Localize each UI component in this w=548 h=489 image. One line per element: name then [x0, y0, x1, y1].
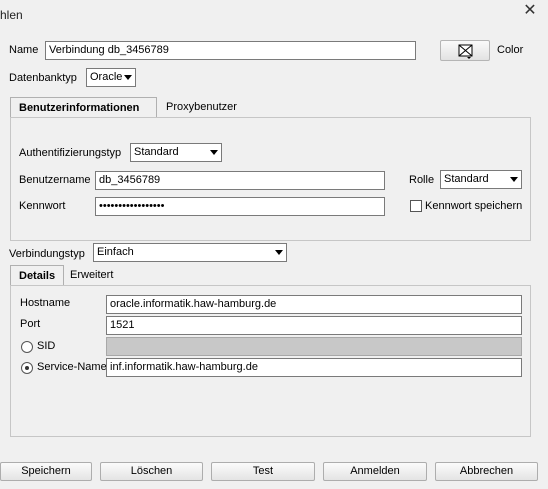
color-label: Color [497, 44, 524, 56]
port-input[interactable]: 1521 [106, 316, 522, 335]
sid-label: SID [37, 340, 56, 352]
db-type-value: Oracle [90, 71, 123, 83]
hostname-input[interactable]: oracle.informatik.haw-hamburg.de [106, 295, 522, 314]
save-button[interactable]: Speichern [0, 462, 92, 481]
save-password-label: Kennwort speichern [425, 200, 523, 212]
db-type-select[interactable]: Oracle [86, 68, 136, 87]
test-button[interactable]: Test [211, 462, 315, 481]
sid-input [106, 337, 522, 356]
password-input[interactable]: ••••••••••••••••• [95, 197, 385, 216]
db-type-label: Datenbanktyp [9, 72, 77, 84]
conn-type-label: Verbindungstyp [9, 248, 85, 260]
cancel-button[interactable]: Abbrechen [435, 462, 538, 481]
port-label: Port [20, 318, 41, 330]
service-name-radio[interactable] [21, 362, 33, 374]
name-input[interactable]: Verbindung db_3456789 [45, 41, 416, 60]
chevron-down-icon [124, 75, 132, 80]
tab-details-label: Details [19, 270, 56, 282]
role-select[interactable]: Standard [440, 170, 522, 189]
auth-type-label: Authentifizierungstyp [19, 147, 122, 159]
tab-erweitert[interactable]: Erweitert [65, 265, 125, 286]
color-picker-icon [458, 44, 473, 59]
chevron-down-icon [510, 177, 518, 182]
password-label: Kennwort [19, 200, 66, 212]
tab-details[interactable]: Details [10, 265, 64, 286]
conn-type-value: Einfach [97, 246, 134, 258]
delete-button[interactable]: Löschen [100, 462, 203, 481]
close-icon[interactable]: ✕ [522, 3, 538, 19]
tab-proxybenutzer-label: Proxybenutzer [166, 101, 237, 113]
username-label: Benutzername [19, 174, 91, 186]
auth-type-value: Standard [134, 146, 179, 158]
name-label: Name [9, 44, 39, 56]
sid-radio[interactable] [21, 341, 33, 353]
role-label: Rolle [409, 174, 435, 186]
username-input[interactable]: db_3456789 [95, 171, 385, 190]
conn-type-select[interactable]: Einfach [93, 243, 287, 262]
service-name-label: Service-Name [37, 361, 107, 373]
login-button[interactable]: Anmelden [323, 462, 427, 481]
tab-proxybenutzer[interactable]: Proxybenutzer [159, 97, 244, 118]
tab-benutzerinformationen-label: Benutzerinformationen [19, 102, 140, 114]
tab-erweitert-label: Erweitert [70, 269, 114, 281]
auth-type-select[interactable]: Standard [130, 143, 222, 162]
window-title: hlen [0, 8, 23, 22]
save-password-checkbox[interactable] [410, 200, 422, 212]
hostname-label: Hostname [20, 297, 71, 309]
service-name-input[interactable]: inf.informatik.haw-hamburg.de [106, 358, 522, 377]
chevron-down-icon [275, 250, 283, 255]
tab-benutzerinformationen[interactable]: Benutzerinformationen [10, 97, 157, 118]
role-value: Standard [444, 173, 489, 185]
chevron-down-icon [210, 150, 218, 155]
color-button[interactable] [440, 40, 490, 61]
